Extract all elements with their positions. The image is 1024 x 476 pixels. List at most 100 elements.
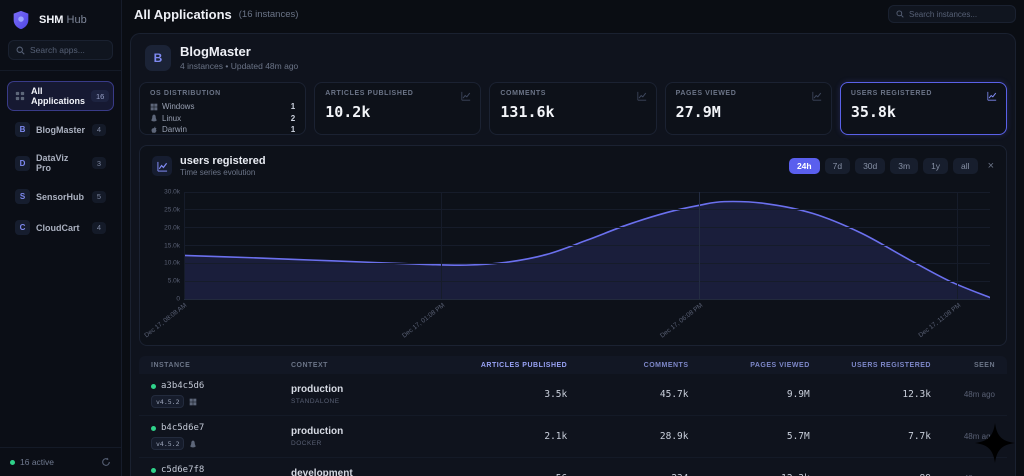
range-3m[interactable]: 3m xyxy=(890,158,918,174)
sidebar-item-label: SensorHub xyxy=(36,192,84,202)
sidebar: SHM Hub All Applications 16 B BlogMaster… xyxy=(0,0,122,476)
range-1y[interactable]: 1y xyxy=(923,158,948,174)
y-tick-label: 30.0k xyxy=(164,189,180,196)
metric-card-pages-viewed[interactable]: PAGES VIEWED 27.9M xyxy=(665,82,832,135)
count-badge: 4 xyxy=(92,222,106,234)
gridline-horizontal xyxy=(184,227,990,228)
sidebar-search[interactable] xyxy=(8,40,113,60)
gridline-horizontal xyxy=(184,245,990,246)
os-row-linux: Linux 2 xyxy=(150,113,295,125)
card-title: USERS REGISTERED xyxy=(851,90,996,97)
range-24h[interactable]: 24h xyxy=(789,158,820,174)
users-value: 12.3k xyxy=(810,389,931,400)
metric-card-users-registered[interactable]: USERS REGISTERED 35.8k xyxy=(840,82,1007,135)
sidebar-item-dataviz-pro[interactable]: D DataViz Pro 3 xyxy=(7,148,114,178)
context-name: production xyxy=(291,384,446,395)
y-axis: 30.0k25.0k20.0k15.0k10.0k5.0k0 xyxy=(152,192,184,299)
metric-card-articles-published[interactable]: ARTICLES PUBLISHED 10.2k xyxy=(314,82,481,135)
sidebar-item-label: DataViz Pro xyxy=(36,153,86,173)
series-area xyxy=(184,202,990,299)
y-tick-label: 20.0k xyxy=(164,224,180,231)
sidebar-item-label: All Applications xyxy=(31,86,85,106)
col-articles-published[interactable]: ARTICLES PUBLISHED xyxy=(446,362,567,369)
chart-plot: Dec 17, 08:08 AMDec 17, 01:08 PMDec 17, … xyxy=(184,192,990,299)
apple-icon xyxy=(150,126,158,134)
sidebar-item-all-applications[interactable]: All Applications 16 xyxy=(7,81,114,111)
os-count: 2 xyxy=(291,113,295,125)
metric-card-comments[interactable]: COMMENTS 131.6k xyxy=(489,82,656,135)
card-title: OS DISTRIBUTION xyxy=(150,90,295,97)
range-all[interactable]: all xyxy=(953,158,978,174)
app-avatar: D xyxy=(15,156,30,171)
os-row-darwin: Darwin 1 xyxy=(150,124,295,136)
sidebar-search-input[interactable] xyxy=(30,45,105,55)
sidebar-item-blogmaster[interactable]: B BlogMaster 4 xyxy=(7,117,114,142)
table-row[interactable]: b4c5d6e7 v4.5.2 production DOCKER 2.1k 2… xyxy=(139,416,1007,458)
range-7d[interactable]: 7d xyxy=(825,158,850,174)
x-tick-label: Dec 17, 11:08 PM xyxy=(917,302,962,339)
windows-icon: rect{fill:#5d6679} xyxy=(150,103,158,111)
articles-value: 3.5k xyxy=(446,389,567,400)
y-tick-label: 15.0k xyxy=(164,242,180,249)
gridline-vertical xyxy=(699,192,700,299)
mini-chart-icon xyxy=(812,91,822,101)
gridline-horizontal xyxy=(184,299,990,300)
refresh-icon[interactable] xyxy=(101,457,111,467)
app-avatar: S xyxy=(15,189,30,204)
main-header: All Applications (16 instances) xyxy=(122,0,1024,28)
grid-icon xyxy=(15,91,25,101)
sidebar-item-sensorhub[interactable]: S SensorHub 5 xyxy=(7,184,114,209)
x-tick-label: Dec 17, 01:08 PM xyxy=(401,302,446,340)
sidebar-divider xyxy=(0,70,121,71)
x-tick-label: Dec 17, 08:08 AM xyxy=(143,302,188,339)
card-title: COMMENTS xyxy=(500,90,645,97)
app-title: SHM Hub xyxy=(39,14,87,26)
table-row[interactable]: a3b4c5d6 v4.5.2 production STANDALONE 3.… xyxy=(139,374,1007,416)
instance-status-dot xyxy=(151,468,156,473)
count-badge: 16 xyxy=(91,90,109,102)
sidebar-footer: 16 active xyxy=(0,447,121,476)
y-tick-label: 5.0k xyxy=(168,278,180,285)
users-value: 7.7k xyxy=(810,431,931,442)
sidebar-nav: All Applications 16 B BlogMaster 4 D Dat… xyxy=(0,81,121,240)
windows-icon xyxy=(189,398,197,406)
count-badge: 5 xyxy=(92,191,106,203)
chart-header: users registered Time series evolution 2… xyxy=(140,146,1006,177)
instances-search[interactable] xyxy=(888,5,1016,23)
gridline-horizontal xyxy=(184,192,990,193)
os-distribution-card: OS DISTRIBUTION rect{fill:#5d6679} Windo… xyxy=(139,82,306,135)
os-name: Windows xyxy=(162,101,194,113)
version-badge: v4.5.2 xyxy=(151,395,184,408)
col-context[interactable]: CONTEXT xyxy=(291,362,446,369)
context-runtime: STANDALONE xyxy=(291,398,446,405)
context-name: development xyxy=(291,468,446,476)
instances-search-input[interactable] xyxy=(909,10,1008,19)
col-users-registered[interactable]: USERS REGISTERED xyxy=(810,362,931,369)
table-row[interactable]: c5d6e7f8 v4.6.0-dev development STANDALO… xyxy=(139,458,1007,476)
col-instance[interactable]: INSTANCE xyxy=(151,362,291,369)
os-count: 1 xyxy=(291,124,295,136)
sidebar-item-cloudcart[interactable]: C CloudCart 4 xyxy=(7,215,114,240)
metric-value: 27.9M xyxy=(676,103,821,121)
col-seen[interactable]: SEEN xyxy=(931,362,995,369)
pages-value: 9.9M xyxy=(689,389,810,400)
gridline-vertical xyxy=(184,192,185,299)
col-comments[interactable]: COMMENTS xyxy=(567,362,688,369)
gridline-horizontal xyxy=(184,209,990,210)
chart-panel: users registered Time series evolution 2… xyxy=(139,145,1007,346)
table-header: INSTANCE CONTEXT ARTICLES PUBLISHED COMM… xyxy=(139,356,1007,374)
close-icon[interactable]: × xyxy=(988,161,994,172)
context-runtime: DOCKER xyxy=(291,440,446,447)
app-meta: 4 instances • Updated 48m ago xyxy=(180,61,298,71)
os-count: 1 xyxy=(291,101,295,113)
context-name: production xyxy=(291,426,446,437)
os-name: Darwin xyxy=(162,124,187,136)
shield-logo-icon xyxy=(10,9,32,31)
count-badge: 3 xyxy=(92,157,106,169)
app-avatar: B xyxy=(15,122,30,137)
line-chart-icon xyxy=(152,156,172,176)
metric-value: 35.8k xyxy=(851,103,996,121)
range-30d[interactable]: 30d xyxy=(855,158,885,174)
active-status-dot xyxy=(10,460,15,465)
col-pages-viewed[interactable]: PAGES VIEWED xyxy=(689,362,810,369)
